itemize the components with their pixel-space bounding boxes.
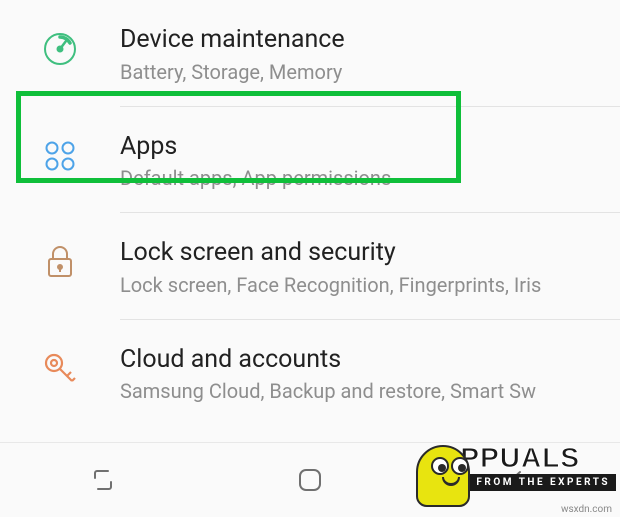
gauge-icon bbox=[0, 24, 120, 69]
item-subtitle: Battery, Storage, Memory bbox=[120, 59, 600, 85]
settings-item-lock-screen-security[interactable]: Lock screen and security Lock screen, Fa… bbox=[0, 213, 620, 320]
watermark-brand: PPUALS bbox=[460, 445, 616, 470]
recents-button[interactable] bbox=[0, 443, 207, 517]
item-title: Apps bbox=[120, 131, 600, 164]
grid-icon bbox=[0, 131, 120, 176]
item-subtitle: Samsung Cloud, Backup and restore, Smart… bbox=[120, 378, 600, 404]
watermark-logo: PPUALS FROM THE EXPERTS bbox=[408, 429, 616, 507]
item-title: Lock screen and security bbox=[120, 237, 600, 270]
source-label: wsxdn.com bbox=[561, 504, 612, 515]
watermark-tagline: FROM THE EXPERTS bbox=[460, 474, 616, 491]
settings-item-apps[interactable]: Apps Default apps, App permissions bbox=[0, 107, 620, 214]
lock-icon bbox=[0, 237, 120, 282]
settings-item-cloud-accounts[interactable]: Cloud and accounts Samsung Cloud, Backup… bbox=[0, 320, 620, 427]
item-subtitle: Lock screen, Face Recognition, Fingerpri… bbox=[120, 272, 600, 298]
settings-item-device-maintenance[interactable]: Device maintenance Battery, Storage, Mem… bbox=[0, 0, 620, 107]
settings-list: Device maintenance Battery, Storage, Mem… bbox=[0, 0, 620, 426]
key-icon bbox=[0, 344, 120, 389]
item-subtitle: Default apps, App permissions bbox=[120, 165, 600, 191]
item-title: Cloud and accounts bbox=[120, 344, 600, 377]
item-title: Device maintenance bbox=[120, 24, 600, 57]
home-button[interactable] bbox=[207, 443, 414, 517]
mascot-icon bbox=[408, 429, 478, 507]
